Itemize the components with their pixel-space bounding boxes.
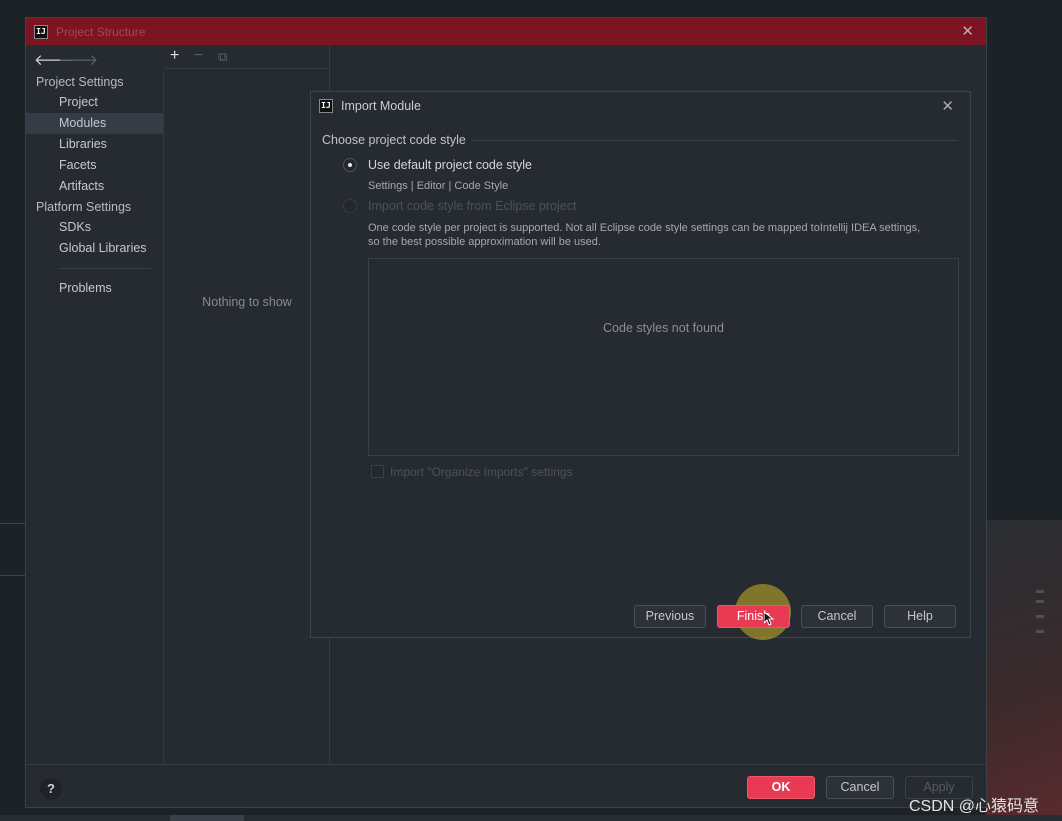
modules-toolbar: + − ⧉ xyxy=(164,45,329,69)
ok-button[interactable]: OK xyxy=(747,776,815,799)
cancel-button[interactable]: Cancel xyxy=(826,776,894,799)
watermark: CSDN @心猿码意 xyxy=(909,798,1040,815)
desktop-background-strip xyxy=(0,523,26,524)
description-line: One code style per project is supported.… xyxy=(368,222,921,234)
arrow-right-icon[interactable]: 🡒 xyxy=(58,50,98,69)
settings-sidebar: Project Settings Project Modules Librari… xyxy=(26,72,164,764)
eclipse-style-label[interactable]: Import code style from Eclipse project xyxy=(368,199,576,213)
desktop-background-strip xyxy=(0,575,26,576)
help-button[interactable]: Help xyxy=(884,605,956,628)
window-title: Project Structure xyxy=(56,24,146,39)
organize-imports-checkbox[interactable] xyxy=(371,465,384,478)
intellij-app-icon: IJ xyxy=(34,24,48,39)
close-icon[interactable]: ✕ xyxy=(961,22,974,40)
mouse-pointer-icon xyxy=(764,612,774,626)
default-style-radio[interactable] xyxy=(343,158,357,172)
window-titlebar: IJ Project Structure ✕ xyxy=(26,18,986,45)
eclipse-style-radio[interactable] xyxy=(343,199,357,213)
section-label: Choose project code style xyxy=(322,133,466,147)
organize-imports-label: Import "Organize Imports" settings xyxy=(390,465,573,479)
code-styles-empty-text: Code styles not found xyxy=(603,321,724,335)
sidebar-item-artifacts[interactable]: Artifacts xyxy=(26,176,163,197)
sidebar-item-problems[interactable]: Problems xyxy=(26,278,163,299)
intellij-app-icon: IJ xyxy=(319,99,333,113)
finish-button[interactable]: Finish xyxy=(717,605,790,628)
sidebar-item-facets[interactable]: Facets xyxy=(26,155,163,176)
window-footer: ? OK Cancel Apply xyxy=(26,764,986,808)
project-settings-header: Project Settings xyxy=(36,75,124,89)
dialog-titlebar: IJ Import Module ✕ xyxy=(311,92,970,120)
default-style-hint: Settings | Editor | Code Style xyxy=(368,180,509,192)
sidebar-item-sdks[interactable]: SDKs xyxy=(26,217,163,238)
taskbar xyxy=(0,815,1062,821)
eclipse-description: One code style per project is supported.… xyxy=(368,221,938,249)
cancel-button[interactable]: Cancel xyxy=(801,605,873,628)
import-module-dialog: IJ Import Module ✕ Choose project code s… xyxy=(310,91,971,640)
add-icon[interactable]: + xyxy=(170,47,179,65)
remove-icon[interactable]: − xyxy=(194,47,203,65)
previous-button[interactable]: Previous xyxy=(634,605,706,628)
code-styles-list[interactable]: Code styles not found xyxy=(368,258,959,456)
close-icon[interactable]: ✕ xyxy=(941,97,954,115)
help-icon[interactable]: ? xyxy=(40,778,62,800)
default-style-label[interactable]: Use default project code style xyxy=(368,158,532,172)
platform-settings-header: Platform Settings xyxy=(36,200,132,214)
dialog-title: Import Module xyxy=(341,99,421,113)
description-line: so the best possible approximation will … xyxy=(368,236,601,248)
copy-icon[interactable]: ⧉ xyxy=(218,49,227,65)
desktop-background-right xyxy=(986,520,1062,821)
modules-empty-text: Nothing to show xyxy=(202,295,292,309)
sidebar-item-project[interactable]: Project xyxy=(26,92,163,113)
sidebar-item-libraries[interactable]: Libraries xyxy=(26,134,163,155)
sidebar-item-modules[interactable]: Modules xyxy=(26,113,163,134)
section-divider xyxy=(471,140,958,141)
navigation-toolbar: 🡐 🡒 xyxy=(26,45,164,72)
modules-panel: + − ⧉ Nothing to show xyxy=(164,45,330,764)
sidebar-divider xyxy=(59,268,151,269)
sidebar-item-global-libraries[interactable]: Global Libraries xyxy=(26,238,163,259)
